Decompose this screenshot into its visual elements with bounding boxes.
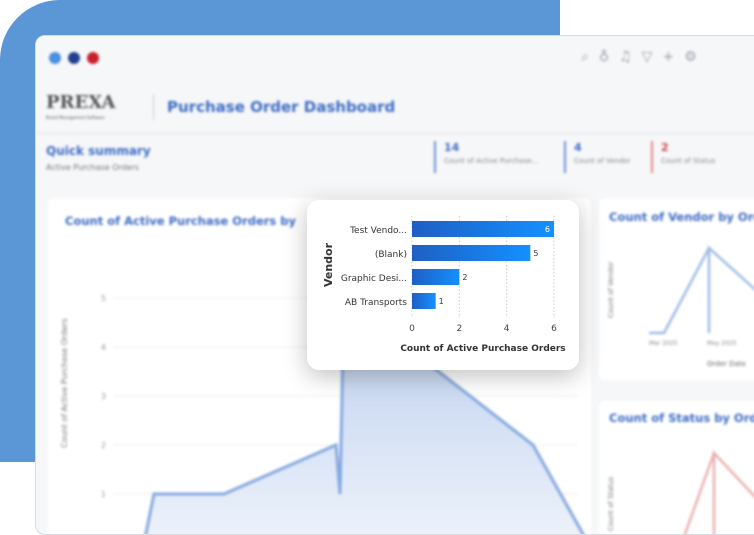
data-label: 2 <box>462 273 467 282</box>
kpi-status[interactable]: 2 Count of Status <box>651 141 715 173</box>
category-label: Graphic Desi... <box>341 274 407 284</box>
window-dot-3[interactable] <box>87 52 99 64</box>
y-tick-label: 4 <box>101 343 106 352</box>
x-tick: Mar 2025 <box>649 340 678 347</box>
x-tick-label: 0 <box>409 324 415 334</box>
y-axis-title: Vendor <box>322 242 335 287</box>
bar <box>412 245 531 261</box>
kpi-value: 4 <box>574 141 582 154</box>
summary-title: Quick summary <box>46 144 151 158</box>
gear-icon[interactable]: ⚙ <box>684 49 697 65</box>
vendor-bar-chart-popup: 0 2 4 6 Test Vendo... 6 (Blank) 5 Graphic Desi..… <box>307 200 579 370</box>
vendor-x-label: Order Date <box>707 360 746 368</box>
kpi-active-po[interactable]: 14 Count of Active Purchase... <box>434 141 538 173</box>
x-tick-label: 6 <box>551 324 557 334</box>
y-tick-label: 1 <box>101 490 106 499</box>
plus-icon[interactable]: + <box>662 49 674 65</box>
logo: PREXA <box>46 92 116 113</box>
x-tick-label: 4 <box>504 324 510 334</box>
status-series-line <box>683 449 754 534</box>
vendor-line-chart <box>649 245 754 335</box>
logo-subtitle: Brand Management Software <box>46 115 105 120</box>
bar-chart: 0 2 4 6 Test Vendo... 6 (Blank) 5 Graphic Desi..… <box>322 216 566 354</box>
toolbar: ⌕ ♁ ♫ ▽ + ⚙ <box>581 49 697 65</box>
data-label: 6 <box>545 225 550 234</box>
y-tick-label: 2 <box>101 441 106 450</box>
x-tick-label: 2 <box>456 324 462 334</box>
kpi-label: Count of Active Purchase... <box>444 157 539 165</box>
header: PREXA Brand Management Software Purchase… <box>36 82 754 134</box>
lightbulb-icon[interactable]: ♁ <box>599 49 609 65</box>
category-label: Test Vendo... <box>349 226 407 236</box>
bell-icon[interactable]: ♫ <box>619 49 632 65</box>
window-dot-1[interactable] <box>49 52 61 64</box>
divider <box>153 94 154 120</box>
x-tick: May 2025 <box>707 340 737 347</box>
summary-subtitle: Active Purchase Orders <box>46 163 140 172</box>
status-chart-card: Count of Status by Order Count of Status <box>599 401 754 534</box>
page-title: Purchase Order Dashboard <box>167 98 396 116</box>
kpi-vendor[interactable]: 4 Count of Vendor <box>564 141 631 173</box>
status-line-chart <box>683 449 754 534</box>
y-tick-label: 5 <box>101 294 106 303</box>
category-label: AB Transports <box>345 298 407 308</box>
kpi-label: Count of Status <box>661 157 716 165</box>
kpi-label: Count of Vendor <box>574 157 631 165</box>
kpi-value: 2 <box>661 141 669 154</box>
category-label: (Blank) <box>375 250 407 260</box>
vendor-chart-card: Count of Vendor by Order Count of Vendor… <box>599 198 754 380</box>
data-label: 5 <box>533 249 538 258</box>
bar <box>412 221 554 237</box>
logo-text: PREXA <box>46 92 116 113</box>
kpi-value: 14 <box>444 141 460 154</box>
window-dot-2[interactable] <box>68 52 80 64</box>
bar <box>412 269 460 285</box>
search-icon[interactable]: ⌕ <box>581 49 589 65</box>
window-controls <box>49 52 99 64</box>
filter-icon[interactable]: ▽ <box>642 49 653 65</box>
x-axis-title: Count of Active Purchase Orders <box>400 344 565 354</box>
vendor-series-line <box>649 245 754 335</box>
y-tick-label: 3 <box>101 392 106 401</box>
data-label: 1 <box>439 297 444 306</box>
bar <box>412 293 436 309</box>
